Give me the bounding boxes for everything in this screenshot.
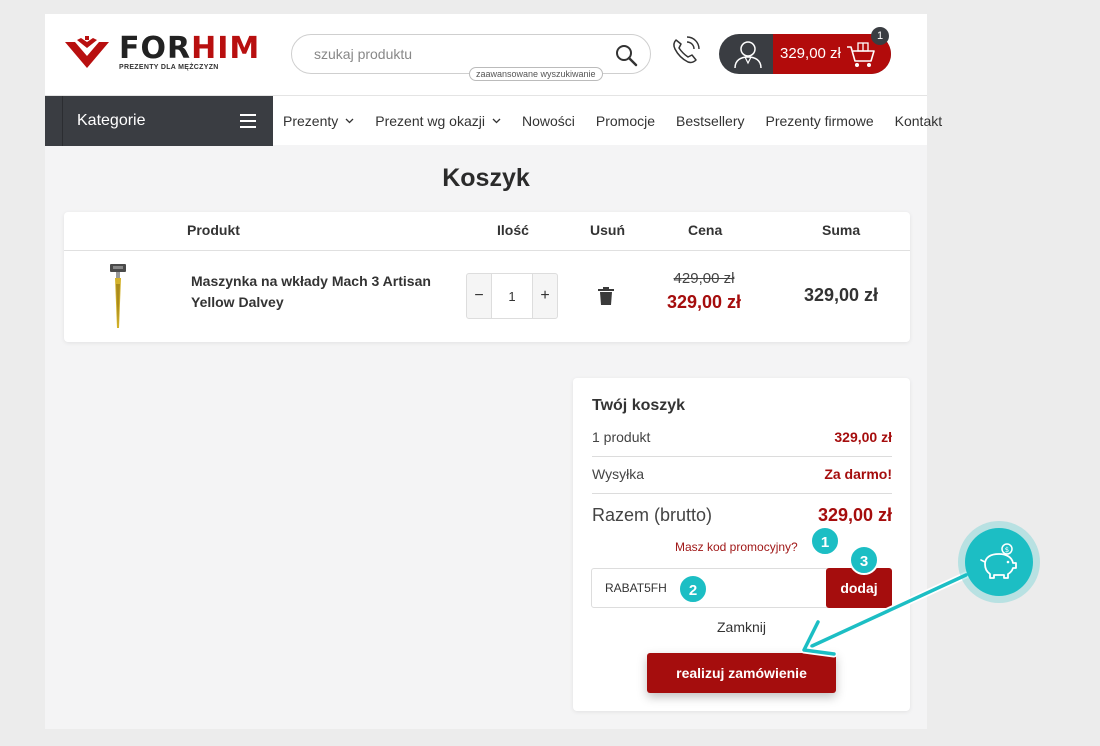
quantity-input[interactable] <box>491 273 533 319</box>
shipping-value: Za darmo! <box>824 466 892 482</box>
user-icon[interactable] <box>731 39 765 69</box>
cart-icon <box>847 42 875 67</box>
product-image[interactable] <box>104 264 132 330</box>
price-new: 329,00 zł <box>666 292 742 312</box>
nav-item-promocje[interactable]: Promocje <box>596 113 655 129</box>
price-old: 429,00 zł <box>673 270 735 287</box>
categories-label: Kategorie <box>77 112 146 129</box>
quantity-increase-button[interactable]: + <box>533 274 557 318</box>
chevron-down-icon <box>492 118 501 124</box>
logo-subtitle: PREZENTY DLA MĘŻCZYZN <box>119 64 219 71</box>
page: FORHIM PREZENTY DLA MĘŻCZYZN zaawansowan… <box>45 14 942 729</box>
total-value: 329,00 zł <box>817 505 892 525</box>
cart-button[interactable]: 329,00 zł 1 <box>773 27 891 74</box>
menu-icon <box>240 114 256 128</box>
step-badge-3: 3 <box>849 545 879 575</box>
cart-count-badge: 1 <box>871 27 889 45</box>
step-badge-1: 1 <box>810 526 840 556</box>
nav-item-kontakt[interactable]: Kontakt <box>895 113 942 129</box>
categories-button[interactable]: Kategorie <box>45 96 273 146</box>
divider <box>62 96 63 146</box>
total-row: Razem (brutto) 329,00 zł <box>592 505 892 526</box>
place-order-button[interactable]: realizuj zamówienie <box>647 653 836 693</box>
promo-code-link[interactable]: Masz kod promocyjny? <box>675 540 798 554</box>
total-label: Razem (brutto) <box>592 505 713 525</box>
nav-item-prezent-wg-okazji[interactable]: Prezent wg okazji <box>375 113 501 129</box>
products-row: 1 produkt 329,00 zł <box>592 429 892 445</box>
products-label: 1 produkt <box>592 429 651 445</box>
piggy-bank-badge: $ <box>958 521 1040 603</box>
header-sum: Suma <box>822 222 861 238</box>
account-cart-widget: 329,00 zł 1 <box>719 27 891 74</box>
header-quantity: Ilość <box>497 222 529 238</box>
nav-item-prezenty-firmowe[interactable]: Prezenty firmowe <box>765 113 873 129</box>
trash-icon[interactable] <box>598 287 614 305</box>
row-sum: 329,00 zł <box>803 285 879 305</box>
shipping-row: Wysyłka Za darmo! <box>592 466 892 482</box>
step-badge-2: 2 <box>678 574 708 604</box>
nav-item-nowosci[interactable]: Nowości <box>522 113 575 129</box>
header-remove: Usuń <box>590 222 625 238</box>
logo-text: FORHIM <box>119 31 261 66</box>
svg-text:$: $ <box>1005 546 1009 554</box>
shipping-label: Wysyłka <box>592 466 644 482</box>
cart-table: Produkt Ilość Usuń Cena Suma Maszynka na… <box>64 212 910 342</box>
nav-item-label: Prezent wg okazji <box>375 113 485 129</box>
nav-item-bestsellery[interactable]: Bestsellery <box>676 113 744 129</box>
nav-items: Prezenty Prezent wg okazji Nowości Promo… <box>283 96 942 146</box>
logo[interactable]: FORHIM PREZENTY DLA MĘŻCZYZN <box>63 32 259 74</box>
logo-mark-icon <box>65 36 109 68</box>
header-product: Produkt <box>187 222 240 238</box>
piggy-bank-circle: $ <box>965 528 1033 596</box>
header: FORHIM PREZENTY DLA MĘŻCZYZN zaawansowan… <box>45 14 927 95</box>
nav-item-prezenty[interactable]: Prezenty <box>283 113 354 129</box>
summary-title: Twój koszyk <box>592 397 686 414</box>
promo-code-input[interactable] <box>591 568 829 608</box>
chevron-down-icon <box>345 118 354 124</box>
product-name[interactable]: Maszynka na wkłady Mach 3 Artisan Yellow… <box>191 271 451 313</box>
divider <box>592 493 892 494</box>
quantity-decrease-button[interactable]: − <box>467 274 491 318</box>
cart-total: 329,00 zł <box>780 45 841 62</box>
page-title: Koszyk <box>442 164 530 192</box>
piggy-bank-icon: $ <box>980 543 1017 579</box>
divider <box>592 456 892 457</box>
search-box: zaawansowane wyszukiwanie <box>291 34 651 81</box>
advanced-search-link[interactable]: zaawansowane wyszukiwanie <box>469 67 603 81</box>
quantity-stepper: − + <box>466 273 558 319</box>
search-icon[interactable] <box>614 43 638 67</box>
products-value: 329,00 zł <box>834 429 892 445</box>
phone-icon[interactable] <box>668 34 702 68</box>
main-nav: Kategorie Prezenty Prezent wg okazji Now… <box>45 95 942 146</box>
close-promo-link[interactable]: Zamknij <box>573 619 910 635</box>
nav-item-label: Prezenty <box>283 113 339 129</box>
header-price: Cena <box>688 222 723 238</box>
divider <box>64 250 910 251</box>
